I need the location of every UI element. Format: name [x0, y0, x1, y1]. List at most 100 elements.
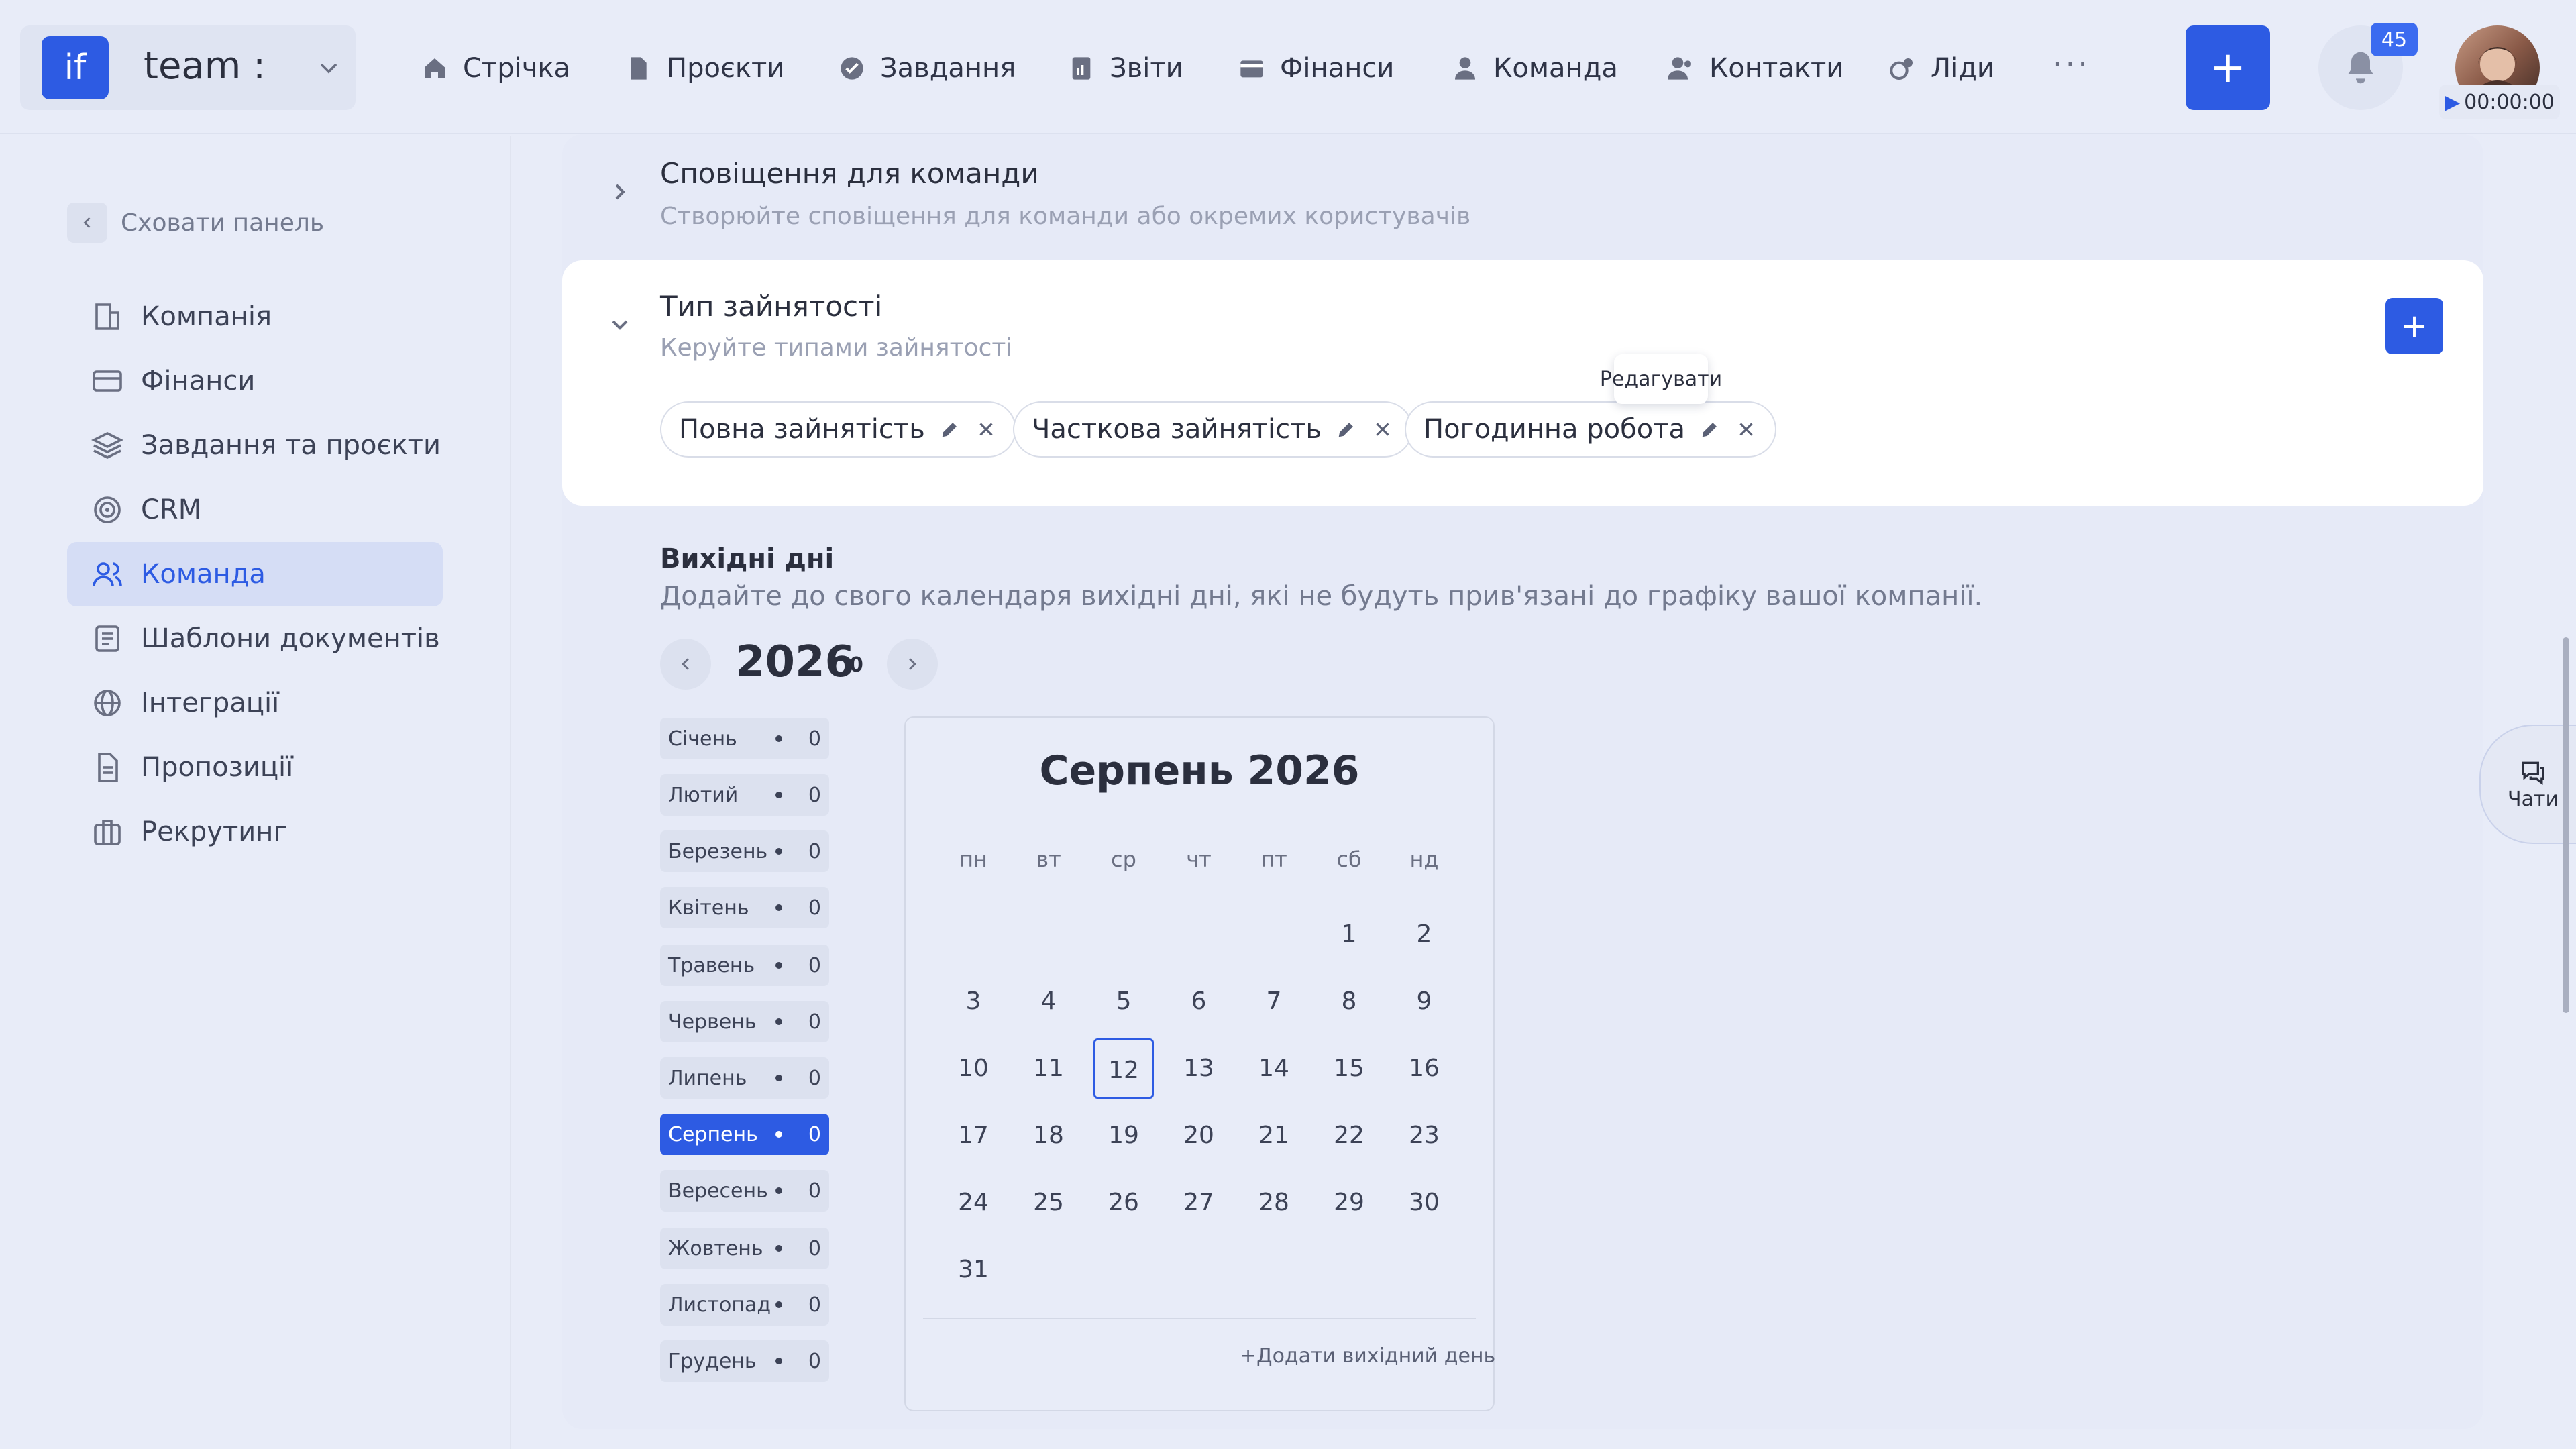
hide-panel-button[interactable]: Сховати панель [67, 203, 324, 243]
calendar-day[interactable]: 2 [1394, 904, 1454, 965]
team-notifications-title[interactable]: Сповіщення для команди [660, 157, 1039, 190]
month-item[interactable]: Вересень 0 [660, 1170, 829, 1212]
sidebar-item-label: Шаблони документів [141, 623, 440, 654]
calendar-day[interactable]: 18 [1018, 1106, 1079, 1166]
month-item-selected[interactable]: Серпень 0 [660, 1114, 829, 1155]
calendar-day[interactable]: 19 [1093, 1106, 1154, 1166]
calendar-day[interactable]: 13 [1169, 1038, 1229, 1099]
add-employment-type-button[interactable]: + [2385, 298, 2443, 354]
leads-icon [1890, 58, 1913, 80]
calendar-day[interactable]: 9 [1394, 971, 1454, 1032]
dot-icon [775, 962, 782, 969]
calendar-day[interactable]: 26 [1093, 1173, 1154, 1233]
month-item[interactable]: Листопад 0 [660, 1284, 829, 1326]
dot-icon [775, 1301, 782, 1308]
next-year-button[interactable] [887, 639, 938, 690]
sidebar-item-doc-templates[interactable]: Шаблони документів [67, 606, 443, 671]
nav-team[interactable]: Команда [1452, 42, 1618, 95]
calendar-day[interactable]: 8 [1319, 971, 1379, 1032]
month-item[interactable]: Квітень 0 [660, 887, 829, 928]
calendar-day[interactable]: 31 [943, 1240, 1004, 1300]
notifications-badge: 45 [2371, 23, 2418, 56]
team-notifications-subtitle: Створюйте сповіщення для команди або окр… [660, 203, 1471, 230]
time-tracker[interactable]: ▶ 00:00:00 [2439, 85, 2560, 119]
nav-tasks[interactable]: Завдання [839, 42, 1016, 95]
calendar-day[interactable]: 11 [1018, 1038, 1079, 1099]
chevron-down-icon[interactable] [606, 311, 633, 338]
scrollbar[interactable] [2563, 637, 2569, 1013]
calendar-day-today[interactable]: 12 [1093, 1038, 1154, 1099]
pencil-icon[interactable] [1699, 418, 1721, 441]
employment-chip: Повна зайнятість [660, 401, 1016, 458]
calendar-day[interactable]: 23 [1394, 1106, 1454, 1166]
chip-label: Часткова зайнятість [1032, 414, 1322, 445]
sidebar-item-label: Компанія [141, 301, 272, 332]
calendar-day[interactable]: 17 [943, 1106, 1004, 1166]
weekday-label: чт [1186, 847, 1212, 872]
calendar-day[interactable]: 4 [1018, 971, 1079, 1032]
sidebar-item-finance[interactable]: Фінанси [67, 349, 443, 413]
chevron-down-icon[interactable] [315, 55, 342, 82]
nav-finance[interactable]: Фінанси [1238, 42, 1394, 95]
month-item[interactable]: Червень 0 [660, 1001, 829, 1042]
pencil-icon[interactable] [938, 418, 961, 441]
month-item[interactable]: Грудень 0 [660, 1340, 829, 1382]
add-button[interactable]: + [2186, 25, 2270, 110]
sidebar-item-integrations[interactable]: Інтеграції [67, 671, 443, 735]
calendar-day[interactable]: 22 [1319, 1106, 1379, 1166]
nav-leads[interactable]: Ліди [1889, 42, 1994, 95]
pencil-icon[interactable] [1335, 418, 1358, 441]
month-item[interactable]: Травень 0 [660, 945, 829, 986]
sidebar-item-recruiting[interactable]: Рекрутинг [67, 800, 443, 864]
month-item[interactable]: Лютий 0 [660, 774, 829, 816]
calendar-day[interactable]: 30 [1394, 1173, 1454, 1233]
calendar-day[interactable]: 27 [1169, 1173, 1229, 1233]
close-icon[interactable] [975, 418, 998, 441]
dot-icon [775, 848, 782, 855]
close-icon[interactable] [1371, 418, 1394, 441]
more-menu-button[interactable]: ··· [2053, 46, 2090, 82]
calendar-day[interactable]: 20 [1169, 1106, 1229, 1166]
calendar-day[interactable]: 1 [1319, 904, 1379, 965]
employment-chip: Погодинна робота [1405, 401, 1777, 458]
nav-projects[interactable]: Проєкти [625, 42, 784, 95]
sidebar-item-team[interactable]: Команда [67, 542, 443, 606]
workspace-logo: if [42, 36, 109, 99]
calendar-day[interactable]: 28 [1244, 1173, 1304, 1233]
month-item[interactable]: Березень 0 [660, 830, 829, 872]
calendar-day[interactable]: 3 [943, 971, 1004, 1032]
nav-label: Завдання [880, 53, 1016, 84]
chats-button[interactable]: Чати [2479, 724, 2576, 844]
month-item[interactable]: Липень 0 [660, 1057, 829, 1099]
month-name: Березень [668, 839, 768, 863]
calendar-day[interactable]: 7 [1244, 971, 1304, 1032]
sidebar-item-tasks-projects[interactable]: Завдання та проєкти [67, 413, 443, 478]
add-holiday-button[interactable]: +Додати вихідний день [1240, 1344, 1495, 1368]
sidebar-item-company[interactable]: Компанія [67, 284, 443, 349]
calendar-day[interactable]: 24 [943, 1173, 1004, 1233]
calendar-day[interactable]: 16 [1394, 1038, 1454, 1099]
calendar-day[interactable]: 29 [1319, 1173, 1379, 1233]
month-item[interactable]: Жовтень 0 [660, 1228, 829, 1269]
calendar-day[interactable]: 6 [1169, 971, 1229, 1032]
sidebar-item-crm[interactable]: CRM [67, 478, 443, 542]
calendar-day[interactable]: 14 [1244, 1038, 1304, 1099]
nav-contacts[interactable]: Контакти [1668, 42, 1843, 95]
previous-year-button[interactable] [660, 639, 711, 690]
sidebar-item-label: CRM [141, 494, 202, 525]
calendar-day[interactable]: 10 [943, 1038, 1004, 1099]
calendar-day[interactable]: 5 [1093, 971, 1154, 1032]
close-icon[interactable] [1735, 418, 1758, 441]
briefcase-icon [94, 820, 121, 845]
calendar-day[interactable]: 25 [1018, 1173, 1079, 1233]
nav-feed[interactable]: Стрічка [421, 42, 570, 95]
sidebar-item-proposals[interactable]: Пропозиції [67, 735, 443, 800]
calendar-day[interactable]: 15 [1319, 1038, 1379, 1099]
chip-label: Повна зайнятість [679, 414, 925, 445]
month-item[interactable]: Січень 0 [660, 718, 829, 759]
calendar-day[interactable]: 21 [1244, 1106, 1304, 1166]
chevron-right-icon[interactable] [606, 178, 633, 205]
document-icon [631, 57, 647, 80]
dot-icon [775, 735, 782, 742]
nav-reports[interactable]: Звіти [1068, 42, 1183, 95]
